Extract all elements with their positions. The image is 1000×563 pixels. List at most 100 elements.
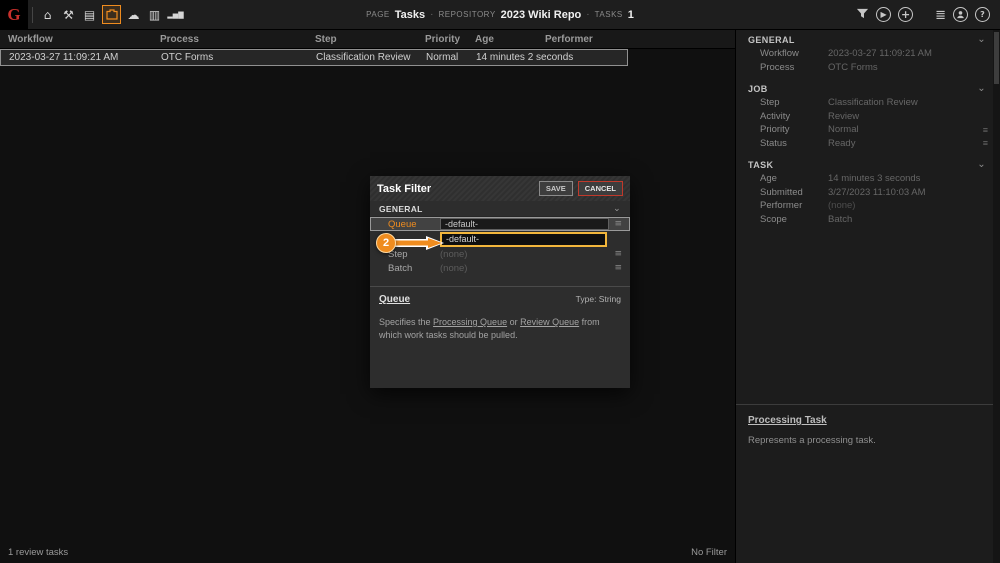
prop-row-step[interactable]: Step Classification Review <box>736 96 1000 110</box>
column-header-process[interactable]: Process <box>160 34 315 45</box>
logo-g: G <box>7 5 20 25</box>
menu-icon[interactable]: ≡ <box>614 219 622 229</box>
app-logo[interactable]: G <box>0 0 28 30</box>
main-nav: ⌂ ⚒ ▤ ☁ ▥ ▂▅▇ <box>39 5 184 24</box>
section-job[interactable]: JOB ⌄ <box>736 79 1000 96</box>
prop-row-scope[interactable]: Scope Batch <box>736 213 1000 227</box>
prop-label: Scope <box>760 214 828 225</box>
prop-value: 14 minutes 3 seconds <box>828 173 920 184</box>
cell-workflow: 2023-03-27 11:09:21 AM <box>9 50 161 65</box>
table-header: Workflow Process Step Priority Age Perfo… <box>0 30 735 49</box>
prop-row-status[interactable]: Status Ready ≡ <box>736 137 1000 151</box>
filter-funnel-icon[interactable] <box>856 7 869 22</box>
prop-row-activity[interactable]: Activity Review <box>736 110 1000 124</box>
separator-dot: · <box>586 9 589 20</box>
general-section-title: GENERAL <box>379 204 423 214</box>
prop-value: 3/27/2023 11:10:03 AM <box>828 187 926 198</box>
column-header-performer[interactable]: Performer <box>545 34 628 45</box>
menu-icon[interactable]: ≡ <box>983 125 988 135</box>
prop-label: Performer <box>760 200 828 211</box>
folder-icon[interactable]: ▥ <box>146 6 163 23</box>
properties-panel: GENERAL ⌄ Workflow 2023-03-27 11:09:21 A… <box>735 30 1000 563</box>
cell-process: OTC Forms <box>161 50 316 65</box>
tasks-count[interactable]: 1 <box>628 9 634 21</box>
prop-value: Classification Review <box>828 97 918 108</box>
panel-help-pane: Processing Task Represents a processing … <box>736 404 1000 456</box>
prop-row-submitted[interactable]: Submitted 3/27/2023 11:10:03 AM <box>736 186 1000 200</box>
home-icon[interactable]: ⌂ <box>39 6 56 23</box>
batch-field-row[interactable]: Batch (none) ≡ <box>370 261 630 275</box>
review-queue-link[interactable]: Review Queue <box>520 317 579 327</box>
prop-label: Process <box>760 62 828 73</box>
prop-value: Batch <box>828 214 852 225</box>
column-header-age[interactable]: Age <box>475 34 545 45</box>
tasks-briefcase-icon[interactable] <box>102 5 121 24</box>
prop-row-age[interactable]: Age 14 minutes 3 seconds <box>736 172 1000 186</box>
question-glyph: ? <box>980 11 985 19</box>
cloud-icon[interactable]: ☁ <box>125 6 142 23</box>
prop-row-workflow[interactable]: Workflow 2023-03-27 11:09:21 AM <box>736 47 1000 61</box>
column-header-priority[interactable]: Priority <box>425 34 475 45</box>
section-title: TASK <box>748 160 773 170</box>
help-title[interactable]: Processing Task <box>748 415 988 426</box>
plus-glyph: + <box>901 9 910 20</box>
chart-icon[interactable]: ▂▅▇ <box>167 6 184 23</box>
add-icon[interactable]: + <box>898 7 913 22</box>
processing-queue-link[interactable]: Processing Queue <box>433 317 507 327</box>
cell-priority: Normal <box>426 50 476 65</box>
top-bar: G ⌂ ⚒ ▤ ☁ ▥ ▂▅▇ PAGE Tasks · REPOSITORY … <box>0 0 1000 30</box>
prop-value: OTC Forms <box>828 62 878 73</box>
dialog-titlebar[interactable]: Task Filter SAVE CANCEL <box>370 176 630 201</box>
breadcrumb: PAGE Tasks · REPOSITORY 2023 Wiki Repo ·… <box>366 9 634 21</box>
prop-row-priority[interactable]: Priority Normal ≡ <box>736 123 1000 137</box>
column-header-step[interactable]: Step <box>315 34 425 45</box>
column-header-workflow[interactable]: Workflow <box>8 34 160 45</box>
repository-value[interactable]: 2023 Wiki Repo <box>501 9 582 21</box>
user-icon[interactable] <box>953 7 968 22</box>
menu-icon[interactable]: ≡ <box>983 138 988 148</box>
prop-row-process[interactable]: Process OTC Forms <box>736 61 1000 75</box>
layers-icon[interactable]: ≣ <box>935 8 946 21</box>
page-value[interactable]: Tasks <box>395 9 425 21</box>
help-text: Represents a processing task. <box>748 435 988 446</box>
dropdown-option-default[interactable]: -default- <box>440 232 607 247</box>
queue-field-row[interactable]: Queue -default- ≡ <box>370 217 630 231</box>
section-task[interactable]: TASK ⌄ <box>736 155 1000 172</box>
queue-combobox[interactable]: -default- <box>440 218 609 230</box>
separator-dot: · <box>430 9 433 20</box>
review-task-count: 1 review tasks <box>8 547 68 558</box>
annotation-step-2-badge: 2 <box>376 233 396 253</box>
help-type: Type: String <box>576 294 621 304</box>
briefcase-glyph <box>106 9 118 20</box>
cell-performer <box>546 50 628 65</box>
task-row-selected[interactable]: 2023-03-27 11:09:21 AM OTC Forms Classif… <box>0 49 628 66</box>
vertical-scrollbar[interactable] <box>993 30 1000 563</box>
prop-label: Priority <box>760 124 828 135</box>
play-icon[interactable]: ▶ <box>876 7 891 22</box>
prop-label: Status <box>760 138 828 149</box>
menu-icon[interactable]: ≡ <box>614 249 622 259</box>
repository-label: REPOSITORY <box>438 10 495 19</box>
toolbar-right: ▶ + ≣ ? <box>856 7 1000 22</box>
prop-value: Review <box>828 111 859 122</box>
archive-icon[interactable]: ▤ <box>81 6 98 23</box>
queue-value: -default- <box>445 219 478 229</box>
batch-value[interactable]: (none) <box>440 263 467 274</box>
prop-label: Submitted <box>760 187 828 198</box>
queue-label: Queue <box>388 219 440 230</box>
section-title: JOB <box>748 84 768 94</box>
general-section-header[interactable]: GENERAL ⌄ <box>370 201 630 217</box>
section-general[interactable]: GENERAL ⌄ <box>736 30 1000 47</box>
help-icon[interactable]: ? <box>975 7 990 22</box>
scrollbar-thumb[interactable] <box>994 32 999 84</box>
menu-icon[interactable]: ≡ <box>614 263 622 273</box>
prop-value: (none) <box>828 200 855 211</box>
user-glyph <box>956 10 965 19</box>
cancel-button[interactable]: CANCEL <box>578 181 623 196</box>
tools-icon[interactable]: ⚒ <box>60 6 77 23</box>
help-text: Specifies the Processing Queue or Review… <box>379 316 621 342</box>
save-button[interactable]: SAVE <box>539 181 573 196</box>
filter-status[interactable]: No Filter <box>691 547 727 558</box>
prop-row-performer[interactable]: Performer (none) <box>736 199 1000 213</box>
batch-label: Batch <box>388 263 440 274</box>
